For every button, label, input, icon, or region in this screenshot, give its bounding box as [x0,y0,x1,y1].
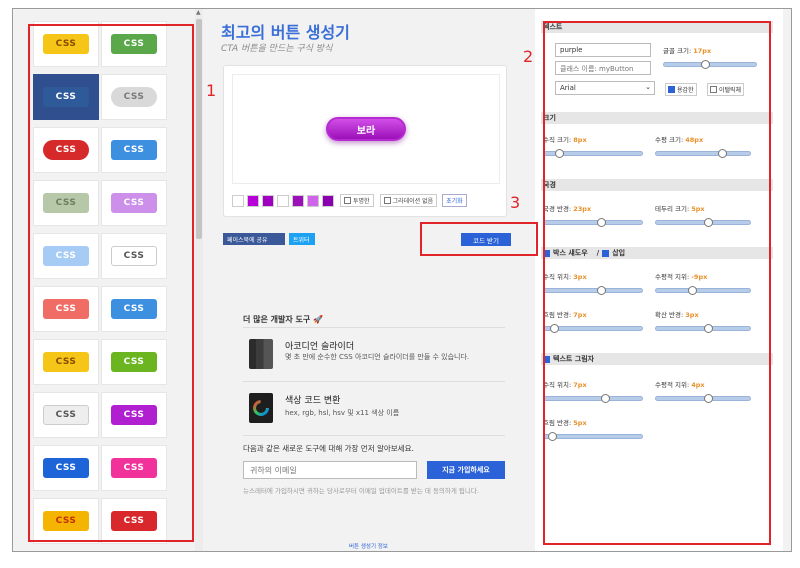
divider [243,327,505,328]
divider [243,381,505,382]
tool-name: 색상 코드 변환 [285,396,341,406]
annotation-number-3: 3 [510,193,521,212]
divider [243,435,505,436]
main-column: 최고의 버튼 생성기 CTA 버튼을 만드는 구식 방식 보라 투명한 그라데이… [211,9,531,551]
email-input[interactable]: 귀하의 이메일 [243,461,417,479]
color-swatch[interactable] [292,194,304,207]
preview-stage: 보라 [232,74,500,184]
preview-panel: 보라 투명한 그라데이션 없음 초기화 [223,65,507,217]
annotation-box-2 [543,21,771,545]
tool-desc: 몇 초 만에 순수한 CSS 아코디언 슬라이더를 만들 수 있습니다. [285,353,470,361]
color-swatch[interactable] [307,194,319,207]
twitter-share-button[interactable]: 트위터 [289,233,315,245]
page-title: 최고의 버튼 생성기 [221,23,350,42]
color-swatch[interactable] [322,194,334,207]
color-converter-icon [249,393,273,423]
reset-button[interactable]: 초기화 [442,194,467,207]
annotation-box-1 [28,24,194,542]
gallery-scroll-thumb[interactable] [196,19,202,239]
color-swatch[interactable] [277,194,289,207]
checkbox-icon [344,197,351,204]
color-swatch[interactable] [232,194,244,207]
accordion-slider-icon [249,339,273,369]
facebook-share-button[interactable]: 페이스북에 공유 [223,233,285,245]
newsletter-disclaimer: 뉴스레터에 가입하시면 귀하는 당사로부터 이메일 업데이트를 받는 데 동의하… [243,487,479,495]
about-link[interactable]: 버튼 생성기 정보 [349,542,388,550]
transparent-toggle[interactable]: 투명한 [340,194,374,207]
annotation-number-1: 1 [206,81,217,100]
page-subtitle: CTA 버튼을 만드는 구식 방식 [221,44,333,54]
preview-button[interactable]: 보라 [326,117,406,141]
annotation-box-3 [420,222,538,256]
tool-desc: hex, rgb, hsl, hsv 및 x11 색상 이름 [285,409,400,417]
tool-name: 아코디언 슬라이더 [285,342,355,352]
tool-color-converter[interactable]: 색상 코드 변환 hex, rgb, hsl, hsv 및 x11 색상 이름 [243,389,505,429]
no-gradient-label: 그라데이션 없음 [392,198,434,205]
annotation-number-2: 2 [523,47,534,66]
no-gradient-toggle[interactable]: 그라데이션 없음 [379,194,438,207]
checkbox-icon [383,197,391,204]
color-swatch[interactable] [247,194,259,207]
newsletter-text: 다음과 같은 새로운 도구에 대해 가장 먼저 알아보세요. [243,444,414,453]
app-window: CSS CSS CSS CSS CSS CSS CSS CSS CSS CSS CSS CSS CSS C… [12,8,792,552]
transparent-label: 투명한 [353,198,370,205]
color-swatches: 투명한 그라데이션 없음 초기화 [232,194,467,207]
subscribe-button[interactable]: 지금 가입하세요 [427,461,505,479]
tools-heading: 더 많은 개발자 도구 🚀 [243,315,323,324]
scroll-up-icon[interactable]: ▲ [196,9,201,16]
color-swatch[interactable] [262,194,274,207]
tool-accordion-slider[interactable]: 아코디언 슬라이더 몇 초 만에 순수한 CSS 아코디언 슬라이더를 만들 수… [243,335,505,375]
